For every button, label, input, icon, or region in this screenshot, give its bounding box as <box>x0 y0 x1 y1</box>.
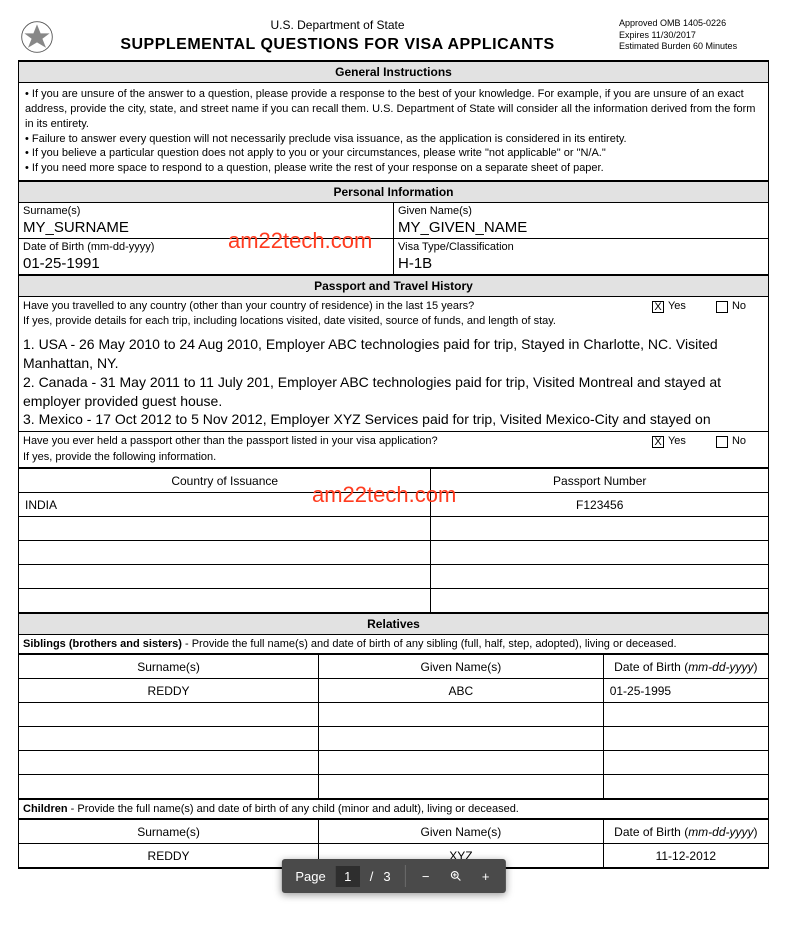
yes-label: Yes <box>668 434 686 449</box>
instruction-line: • Failure to answer every question will … <box>25 132 762 147</box>
siblings-intro: Siblings (brothers and sisters) - Provid… <box>19 635 768 654</box>
header: U.S. Department of State SUPPLEMENTAL QU… <box>18 18 769 56</box>
q2-yes-checkbox[interactable]: X <box>652 436 664 448</box>
given-name-value: MY_GIVEN_NAME <box>398 217 764 236</box>
omb-line: Expires 11/30/2017 <box>619 30 769 42</box>
sibling-given: ABC <box>319 679 604 703</box>
answer-line: 3. Mexico - 17 Oct 2012 to 5 Nov 2012, E… <box>23 410 764 429</box>
children-intro-bold: Children <box>23 803 68 815</box>
instruction-line: • If you believe a particular question d… <box>25 146 762 161</box>
magnifier-icon <box>450 868 462 884</box>
us-seal-icon <box>18 18 56 56</box>
document-page: U.S. Department of State SUPPLEMENTAL QU… <box>0 0 787 929</box>
given-name-label: Given Name(s) <box>398 205 764 217</box>
passport-table: Country of Issuance Passport Number INDI… <box>19 468 768 613</box>
no-label: No <box>732 434 746 449</box>
toolbar-divider <box>405 865 406 887</box>
given-name-cell: Given Name(s) MY_GIVEN_NAME <box>394 203 768 239</box>
passport-number: F123456 <box>431 493 768 517</box>
table-row <box>19 589 768 613</box>
department-line: U.S. Department of State <box>56 18 619 32</box>
siblings-col-surname: Surname(s) <box>19 655 319 679</box>
dob-cell: Date of Birth (mm-dd-yyyy) 01-25-1991 <box>19 239 394 275</box>
children-col-given: Given Name(s) <box>319 820 604 844</box>
page-total: 3 <box>383 859 398 893</box>
surname-label: Surname(s) <box>23 205 389 217</box>
q1-answer: 1. USA - 26 May 2010 to 24 Aug 2010, Emp… <box>19 332 768 432</box>
form-area: General Instructions • If you are unsure… <box>18 60 769 869</box>
sibling-surname: REDDY <box>19 679 319 703</box>
q1-text: Have you travelled to any country (other… <box>23 299 640 314</box>
children-intro-rest: - Provide the full name(s) and date of b… <box>68 803 519 815</box>
zoom-in-button[interactable]: + <box>472 859 500 893</box>
section-relatives: Relatives <box>19 613 768 635</box>
dob-visa-row: Date of Birth (mm-dd-yyyy) 01-25-1991 Vi… <box>19 239 768 275</box>
no-label: No <box>732 299 746 314</box>
page-number-input[interactable] <box>336 866 360 887</box>
passport-col-country: Country of Issuance <box>19 469 431 493</box>
visa-type-value: H-1B <box>398 253 764 272</box>
q2-text: Have you ever held a passport other than… <box>23 434 640 449</box>
dob-value: 01-25-1991 <box>23 253 389 272</box>
q1-subtext: If yes, provide details for each trip, i… <box>23 314 764 329</box>
instruction-line: • If you are unsure of the answer to a q… <box>25 87 762 132</box>
children-col-dob: Date of Birth (mm-dd-yyyy) <box>603 820 768 844</box>
table-row <box>19 541 768 565</box>
answer-line: 2. Canada - 31 May 2011 to 11 July 201, … <box>23 373 764 411</box>
omb-block: Approved OMB 1405-0226 Expires 11/30/201… <box>619 18 769 53</box>
section-passport-travel: Passport and Travel History <box>19 275 768 297</box>
surname-value: MY_SURNAME <box>23 217 389 236</box>
children-intro: Children - Provide the full name(s) and … <box>19 799 768 819</box>
zoom-out-button[interactable]: − <box>412 859 440 893</box>
table-row <box>19 775 768 799</box>
visa-type-cell: Visa Type/Classification H-1B <box>394 239 768 275</box>
instructions-block: • If you are unsure of the answer to a q… <box>19 83 768 181</box>
siblings-intro-bold: Siblings (brothers and sisters) <box>23 638 182 650</box>
table-row <box>19 727 768 751</box>
siblings-col-given: Given Name(s) <box>319 655 604 679</box>
instruction-line: • If you need more space to respond to a… <box>25 161 762 176</box>
pdf-toolbar: Page / 3 − + <box>281 859 505 893</box>
page-sep: / <box>362 859 382 893</box>
table-row <box>19 703 768 727</box>
children-col-surname: Surname(s) <box>19 820 319 844</box>
table-row <box>19 517 768 541</box>
omb-line: Approved OMB 1405-0226 <box>619 18 769 30</box>
siblings-table: Surname(s) Given Name(s) Date of Birth (… <box>19 654 768 799</box>
page-label: Page <box>287 859 333 893</box>
section-personal-info: Personal Information <box>19 181 768 203</box>
page-title: SUPPLEMENTAL QUESTIONS FOR VISA APPLICAN… <box>56 36 619 54</box>
passport-col-number: Passport Number <box>431 469 768 493</box>
q2-no-checkbox[interactable] <box>716 436 728 448</box>
q2-subtext: If yes, provide the following informatio… <box>23 450 764 465</box>
answer-line: 1. USA - 26 May 2010 to 24 Aug 2010, Emp… <box>23 335 764 373</box>
child-dob: 11-12-2012 <box>603 844 768 868</box>
siblings-intro-rest: - Provide the full name(s) and date of b… <box>182 638 677 650</box>
dob-label: Date of Birth (mm-dd-yyyy) <box>23 241 389 253</box>
name-row: Surname(s) MY_SURNAME Given Name(s) MY_G… <box>19 203 768 239</box>
sibling-dob: 01-25-1995 <box>603 679 768 703</box>
surname-cell: Surname(s) MY_SURNAME <box>19 203 394 239</box>
visa-type-label: Visa Type/Classification <box>398 241 764 253</box>
travel-question-1: Have you travelled to any country (other… <box>19 297 768 332</box>
child-surname: REDDY <box>19 844 319 868</box>
title-block: U.S. Department of State SUPPLEMENTAL QU… <box>56 18 619 54</box>
q1-no-checkbox[interactable] <box>716 301 728 313</box>
table-row <box>19 565 768 589</box>
yes-label: Yes <box>668 299 686 314</box>
table-row <box>19 751 768 775</box>
zoom-reset-button[interactable] <box>442 859 470 893</box>
q1-yes-checkbox[interactable]: X <box>652 301 664 313</box>
table-row: INDIA F123456 <box>19 493 768 517</box>
omb-line: Estimated Burden 60 Minutes <box>619 41 769 53</box>
passport-country: INDIA <box>19 493 431 517</box>
siblings-col-dob: Date of Birth (mm-dd-yyyy) <box>603 655 768 679</box>
table-row: REDDY ABC 01-25-1995 <box>19 679 768 703</box>
section-general-instructions: General Instructions <box>19 62 768 83</box>
travel-question-2: Have you ever held a passport other than… <box>19 432 768 468</box>
